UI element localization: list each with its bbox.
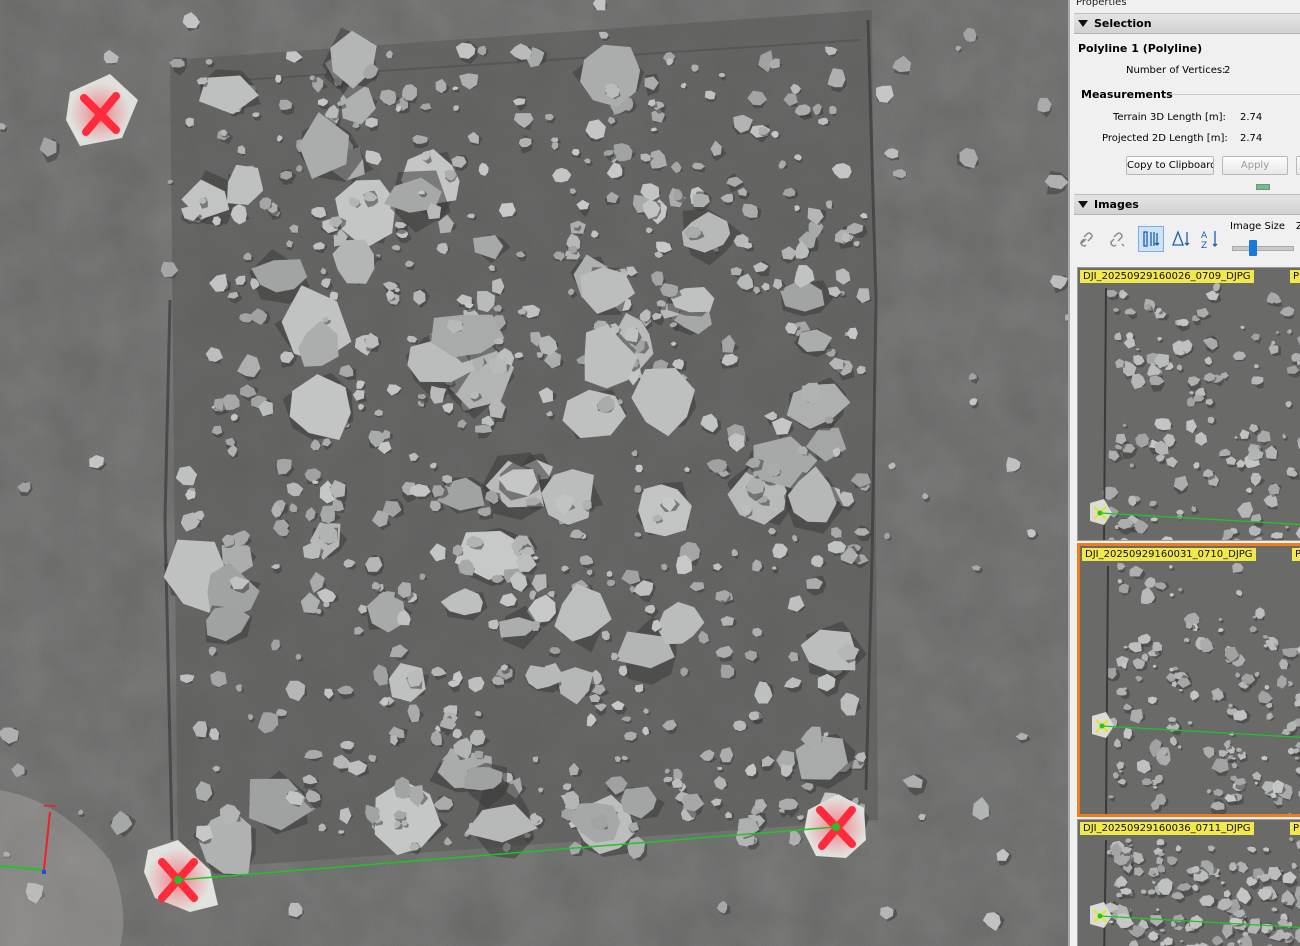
vertices-label: Number of Vertices: (1126, 65, 1226, 76)
copy-to-clipboard-button[interactable]: Copy to Clipboard (1126, 156, 1214, 175)
image-thumbnail-1[interactable]: DJI_20250929160026_0709_DJPG P (1077, 267, 1300, 541)
image-thumbnail-side-label: P (1290, 822, 1300, 835)
properties-panel: Properties Selection Polyline 1 (Polylin… (1068, 0, 1300, 946)
measurements-header: Measurements (1081, 88, 1173, 101)
image-thumbnail-name: DJI_20250929160026_0709_DJPG (1080, 270, 1254, 283)
measurements-separator (1172, 94, 1300, 95)
image-size-slider-track[interactable] (1232, 246, 1294, 251)
polyline-vertex-1[interactable] (174, 876, 182, 884)
svg-text:Z: Z (1201, 241, 1207, 251)
image-size-slider-thumb[interactable] (1249, 240, 1257, 256)
panel-title: Properties (1076, 0, 1127, 8)
terrain-length-label: Terrain 3D Length [m]: (1113, 112, 1226, 123)
images-header-label: Images (1094, 198, 1139, 211)
orthomosaic-view[interactable] (0, 0, 1068, 946)
projected-length-label: Projected 2D Length [m]: (1102, 133, 1228, 144)
images-section-header[interactable]: Images (1074, 194, 1300, 215)
unlink-icon[interactable] (1104, 226, 1130, 252)
image-thumbnail-side-label: P (1292, 548, 1300, 561)
polyline-vertex-2[interactable] (832, 823, 840, 831)
image-thumbnail-side-label: P (1290, 270, 1300, 283)
sort-distance-icon[interactable] (1138, 226, 1164, 252)
selection-header-label: Selection (1094, 17, 1152, 30)
image-size-label: Image Size (1230, 221, 1286, 232)
sort-alpha-icon[interactable]: AZ (1198, 226, 1224, 252)
apply-button[interactable]: Apply (1222, 156, 1288, 175)
3d-viewport[interactable] (0, 0, 1068, 946)
projected-length-value: 2.74 (1240, 133, 1263, 144)
image-thumbnail-name: DJI_20250929160036_0711_DJPG (1080, 822, 1254, 835)
collapse-triangle-icon[interactable] (1078, 201, 1088, 208)
svg-text:A: A (1201, 231, 1208, 241)
image-size-truncated: Z (1296, 221, 1300, 232)
selected-object-name: Polyline 1 (Polyline) (1078, 42, 1203, 55)
truncated-button[interactable] (1296, 156, 1300, 175)
sort-angle-icon[interactable] (1168, 226, 1194, 252)
collapse-triangle-icon[interactable] (1078, 20, 1088, 27)
link-icon[interactable] (1074, 226, 1100, 252)
image-thumbnail-2-selected[interactable]: DJI_20250929160031_0710_DJPG P (1077, 543, 1300, 817)
splitter-handle[interactable] (1256, 184, 1270, 190)
image-thumbnail-3[interactable]: DJI_20250929160036_0711_DJPG P (1077, 819, 1300, 946)
selection-section-header[interactable]: Selection (1074, 13, 1300, 34)
terrain-length-value: 2.74 (1240, 112, 1263, 123)
image-thumbnail-name: DJI_20250929160031_0710_DJPG (1082, 548, 1256, 561)
vertices-value: 2 (1224, 65, 1231, 76)
